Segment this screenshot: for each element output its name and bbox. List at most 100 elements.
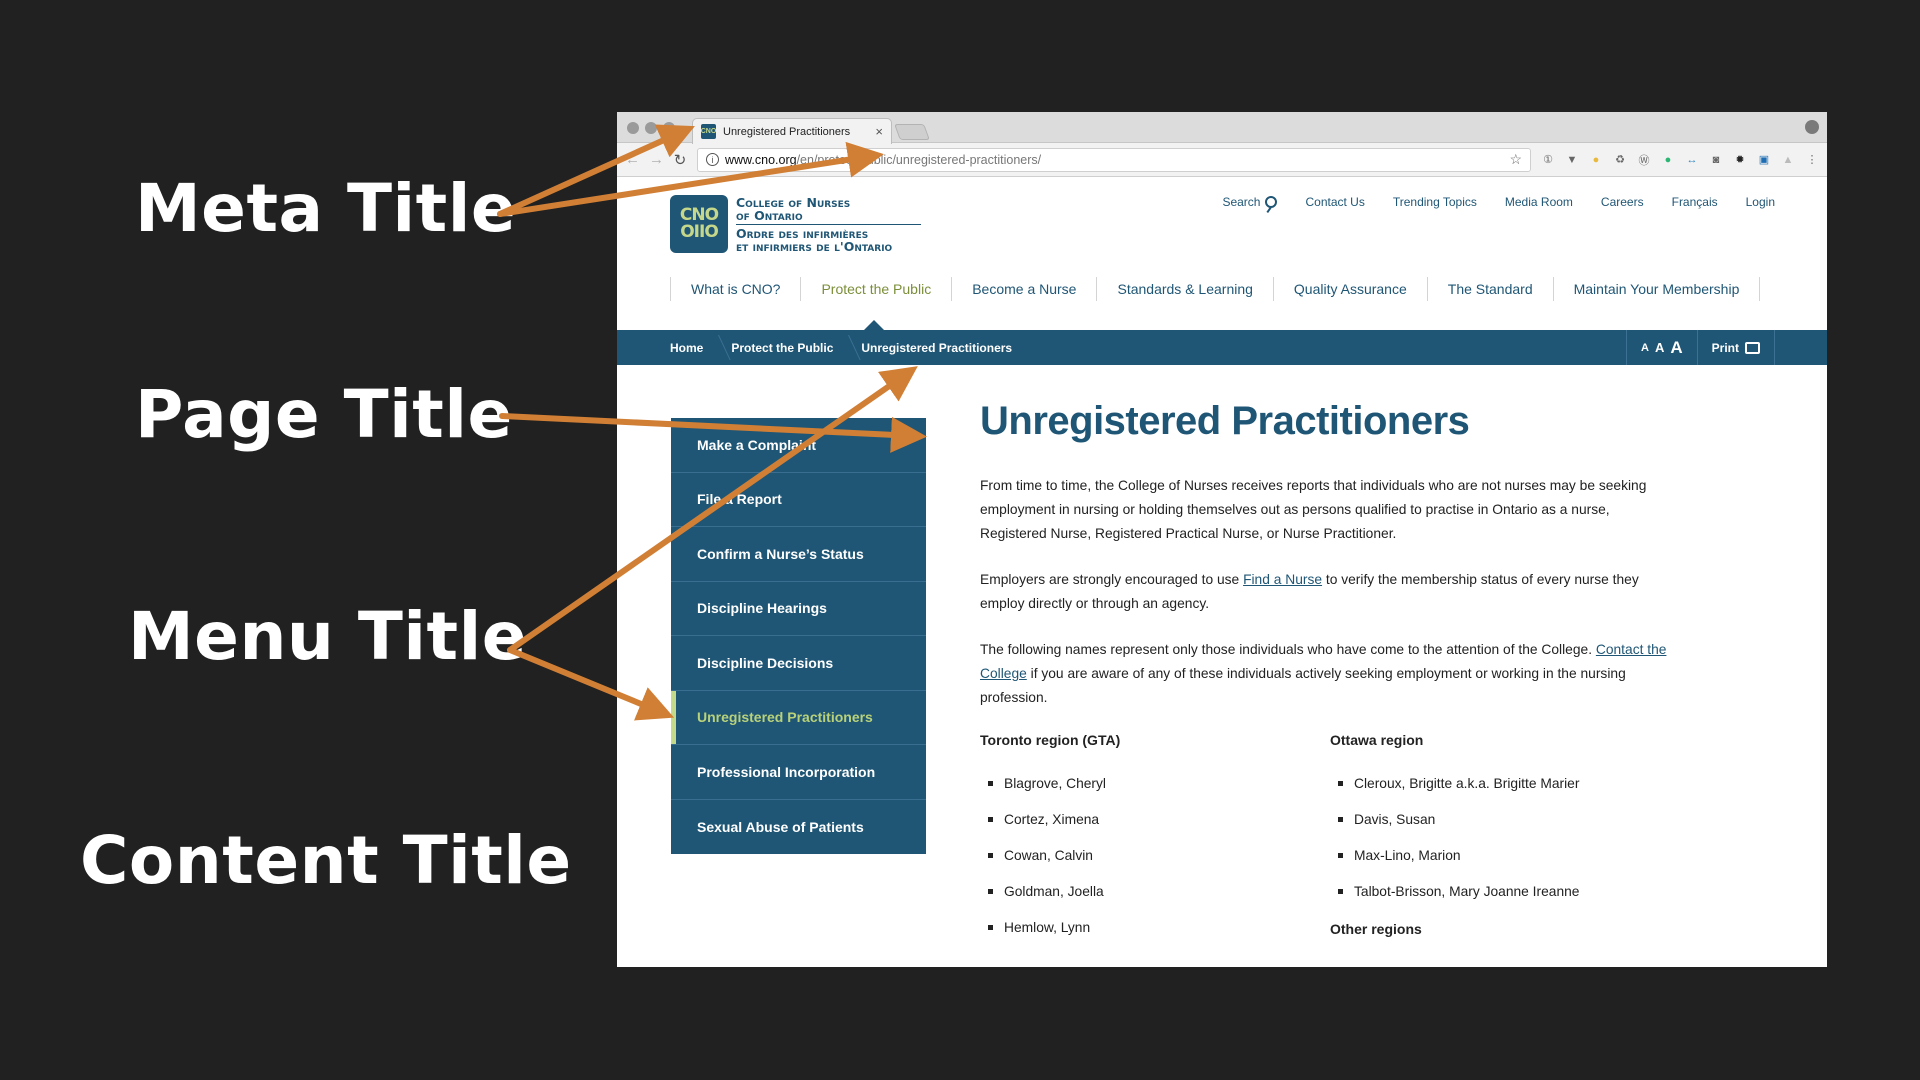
reload-icon[interactable]: ↻ — [673, 151, 687, 169]
toronto-list: Blagrove, Cheryl Cortez, Ximena Cowan, C… — [980, 774, 1330, 937]
logo-line-1: College of Nurses — [736, 194, 851, 210]
text-size-controls: A A A — [1626, 330, 1697, 365]
toronto-region-title: Toronto region (GTA) — [980, 732, 1121, 748]
careers-link[interactable]: Careers — [1601, 195, 1644, 209]
page-tools: A A A Print — [1626, 330, 1775, 365]
meta-title-label: Meta Title — [135, 170, 517, 247]
browser-window: CNO Unregistered Practitioners × ← → ↻ i… — [617, 112, 1827, 967]
nav-protect-the-public[interactable]: Protect the Public — [800, 277, 951, 301]
text-size-large[interactable]: A — [1670, 338, 1682, 358]
main-nav: What is CNO? Protect the Public Become a… — [670, 277, 1761, 301]
main-content: Unregistered Practitioners From time to … — [980, 399, 1680, 963]
media-room-link[interactable]: Media Room — [1505, 195, 1573, 209]
more-icon[interactable]: ⋮ — [1805, 153, 1819, 167]
browser-toolbar: ← → ↻ i www.cno.org/en/protect-public/un… — [617, 143, 1827, 177]
bookmark-star-icon[interactable]: ☆ — [1509, 151, 1522, 168]
login-link[interactable]: Login — [1746, 195, 1775, 209]
list-item: Talbot-Brisson, Mary Joanne Ireanne — [1330, 882, 1680, 901]
menu-item-confirm-status[interactable]: Confirm a Nurse’s Status — [671, 527, 926, 582]
francais-link[interactable]: Français — [1672, 195, 1718, 209]
menu-item-sexual-abuse[interactable]: Sexual Abuse of Patients — [671, 800, 926, 855]
logo-line-3: Ordre des infirmières — [736, 225, 869, 241]
section-menu: Make a Complaint File a Report Confirm a… — [671, 418, 926, 854]
names-paragraph: The following names represent only those… — [980, 638, 1680, 710]
contact-us-link[interactable]: Contact Us — [1305, 195, 1364, 209]
content-title-label: Content Title — [80, 822, 572, 899]
trending-topics-link[interactable]: Trending Topics — [1393, 195, 1477, 209]
back-icon[interactable]: ← — [625, 151, 640, 168]
camera-icon[interactable]: ◙ — [1709, 153, 1723, 167]
find-a-nurse-link[interactable]: Find a Nurse — [1243, 572, 1322, 587]
cno-logo[interactable]: CNO OIIO College of Nurses of Ontario Or… — [670, 195, 921, 253]
maximize-window-button[interactable] — [663, 122, 675, 134]
toronto-region: Toronto region (GTA) Blagrove, Cheryl Co… — [980, 732, 1330, 963]
employers-paragraph: Employers are strongly encouraged to use… — [980, 568, 1680, 616]
list-item: Blagrove, Cheryl — [980, 774, 1330, 793]
logo-mark-bottom: OIIO — [680, 222, 719, 242]
breadcrumb-home[interactable]: Home — [670, 330, 717, 365]
ottawa-list: Cleroux, Brigitte a.k.a. Brigitte Marier… — [1330, 774, 1680, 901]
favicon-icon: CNO — [701, 124, 716, 139]
menu-item-make-a-complaint[interactable]: Make a Complaint — [671, 418, 926, 473]
web-page: CNO OIIO College of Nurses of Ontario Or… — [617, 177, 1827, 967]
logo-divider — [736, 223, 921, 225]
tab-title: Unregistered Practitioners — [723, 125, 851, 138]
list-item: Hemlow, Lynn — [980, 918, 1330, 937]
lightbulb-icon[interactable]: ● — [1589, 153, 1603, 167]
utility-nav: Search Contact Us Trending Topics Media … — [1222, 195, 1775, 209]
ottawa-region-title: Ottawa region — [1330, 732, 1424, 748]
search-icon — [1265, 196, 1278, 208]
new-tab-button[interactable] — [894, 124, 930, 140]
window-controls — [627, 122, 675, 134]
extensions: ① ▼ ● ♻ Ⓦ ● ↔ ◙ ✹ ▣ ▲ ⋮ — [1541, 153, 1819, 167]
text-size-medium[interactable]: A — [1655, 340, 1664, 355]
menu-item-file-a-report[interactable]: File a Report — [671, 473, 926, 527]
address-bar[interactable]: i www.cno.org/en/protect-public/unregist… — [697, 147, 1531, 172]
url-host: www.cno.org — [725, 152, 797, 167]
nav-the-standard[interactable]: The Standard — [1426, 277, 1553, 301]
browser-tab[interactable]: CNO Unregistered Practitioners × — [692, 118, 892, 144]
profile-icon[interactable] — [1805, 120, 1819, 134]
pocket-icon[interactable]: ▼ — [1565, 153, 1579, 167]
list-item: Davis, Susan — [1330, 810, 1680, 829]
breadcrumb-current: Unregistered Practitioners — [861, 340, 1013, 355]
menu-item-professional-incorporation[interactable]: Professional Incorporation — [671, 745, 926, 800]
list-item: Cortez, Ximena — [980, 810, 1330, 829]
printer-icon — [1745, 341, 1760, 354]
arrows-icon[interactable]: ↔ — [1685, 153, 1699, 167]
menu-item-discipline-decisions[interactable]: Discipline Decisions — [671, 636, 926, 691]
logo-line-2: of Ontario — [736, 207, 803, 223]
tab-bar: CNO Unregistered Practitioners × — [617, 112, 1827, 144]
search-link[interactable]: Search — [1222, 195, 1278, 209]
recycle-icon[interactable]: ♻ — [1613, 153, 1627, 167]
minimize-window-button[interactable] — [645, 122, 657, 134]
linkedin-icon[interactable]: ▣ — [1757, 153, 1771, 167]
nav-standards-learning[interactable]: Standards & Learning — [1096, 277, 1272, 301]
text-size-small[interactable]: A — [1641, 342, 1649, 354]
page-heading: Unregistered Practitioners — [980, 399, 1470, 443]
url-path: /en/protect-public/unregistered-practiti… — [796, 152, 1042, 167]
regions: Toronto region (GTA) Blagrove, Cheryl Co… — [980, 732, 1680, 963]
list-item: Cleroux, Brigitte a.k.a. Brigitte Marier — [1330, 774, 1680, 793]
grammarly-icon[interactable]: ● — [1661, 153, 1675, 167]
nav-what-is-cno[interactable]: What is CNO? — [670, 277, 800, 301]
breadcrumb-bar: Home Protect the Public Unregistered Pra… — [617, 320, 1827, 365]
close-window-button[interactable] — [627, 122, 639, 134]
print-button[interactable]: Print — [1696, 330, 1775, 365]
list-item: Max-Lino, Marion — [1330, 846, 1680, 865]
logo-mark: CNO OIIO — [670, 195, 728, 253]
drive-icon[interactable]: ▲ — [1781, 153, 1795, 167]
info-icon[interactable]: i — [706, 153, 719, 166]
nav-maintain-membership[interactable]: Maintain Your Membership — [1552, 277, 1761, 301]
menu-item-unregistered-practitioners[interactable]: Unregistered Practitioners — [671, 690, 926, 745]
nav-quality-assurance[interactable]: Quality Assurance — [1272, 277, 1427, 301]
menu-item-discipline-hearings[interactable]: Discipline Hearings — [671, 582, 926, 636]
wordpress-icon[interactable]: Ⓦ — [1637, 153, 1651, 167]
forward-icon[interactable]: → — [649, 151, 664, 168]
nav-become-a-nurse[interactable]: Become a Nurse — [951, 277, 1096, 301]
ottawa-region: Ottawa region Cleroux, Brigitte a.k.a. B… — [1330, 732, 1680, 963]
tab-close-icon[interactable]: × — [875, 124, 883, 139]
breadcrumb-protect-the-public[interactable]: Protect the Public — [731, 330, 847, 365]
gear-icon[interactable]: ✹ — [1733, 153, 1747, 167]
1password-icon[interactable]: ① — [1541, 153, 1555, 167]
